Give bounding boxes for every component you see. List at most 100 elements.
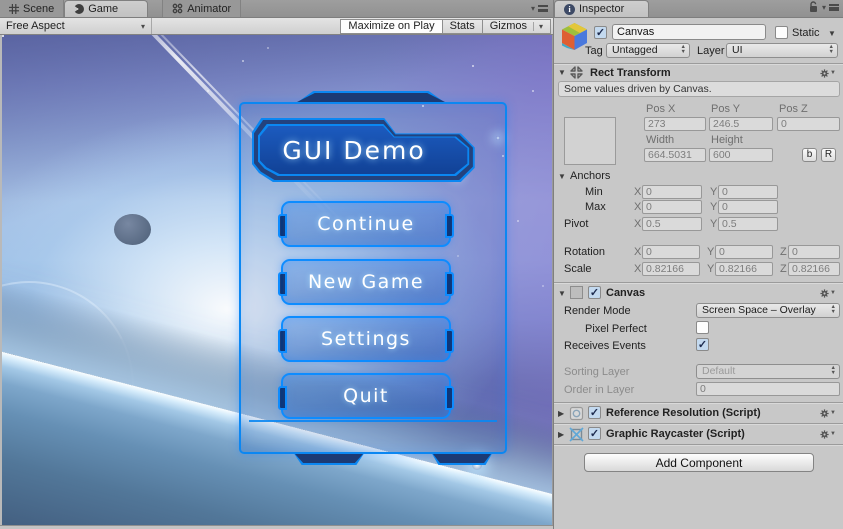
reference-resolution-gear-button[interactable]: ▼ <box>820 407 836 419</box>
z-label: Z <box>780 263 787 275</box>
quit-button[interactable]: Quit <box>281 373 451 419</box>
tag-label: Tag <box>585 45 603 57</box>
canvas-enabled-checkbox[interactable]: ✓ <box>588 286 601 299</box>
pos-z-label: Pos Z <box>779 103 808 115</box>
order-in-layer-label: Order in Layer <box>564 384 634 396</box>
tab-animator[interactable]: Animator <box>162 0 241 17</box>
canvas-component-title: Canvas <box>606 287 645 299</box>
scale-x-field[interactable]: 0.82166 <box>642 262 700 276</box>
anchors-max-label: Max <box>585 201 606 213</box>
pivot-x-field[interactable]: 0.5 <box>642 217 702 231</box>
check-icon: ✓ <box>698 338 707 351</box>
tag-dropdown[interactable]: Untagged ▲▼ <box>606 43 690 58</box>
static-label: Static <box>792 27 820 39</box>
graphic-raycaster-checkbox[interactable]: ✓ <box>588 427 601 440</box>
rotation-x-field[interactable]: 0 <box>642 245 700 259</box>
y-label: Y <box>710 201 717 213</box>
inspector-panel-menu[interactable]: ▾ <box>808 1 843 17</box>
order-in-layer-field[interactable]: 0 <box>696 382 840 396</box>
left-panel-menu[interactable]: ▾ <box>531 4 553 17</box>
gizmos-dropdown-icon: ▾ <box>533 22 543 31</box>
static-dropdown-icon[interactable]: ▼ <box>828 29 836 38</box>
pivot-y-field[interactable]: 0.5 <box>718 217 778 231</box>
tab-inspector[interactable]: i Inspector <box>554 0 649 17</box>
check-icon: ✓ <box>590 427 599 440</box>
gizmos-button[interactable]: Gizmos ▾ <box>482 19 551 34</box>
inspector-body: ✓ Canvas Static ▼ Tag Untagged ▲▼ Layer … <box>554 18 843 529</box>
anchors-foldout[interactable]: ▼ <box>558 172 566 181</box>
pos-x-field[interactable]: 273 <box>644 117 706 131</box>
gameobject-name-field[interactable]: Canvas <box>612 24 766 40</box>
anchors-min-label: Min <box>585 186 603 198</box>
continue-button[interactable]: Continue <box>281 201 451 247</box>
canvas-gear-button[interactable]: ▼ <box>820 287 836 299</box>
gear-dropdown-icon: ▼ <box>830 70 836 76</box>
tag-value: Untagged <box>612 44 658 56</box>
rect-preview-box <box>564 117 616 165</box>
layer-label: Layer <box>697 45 725 57</box>
rect-transform-gear-button[interactable]: ▼ <box>820 67 836 79</box>
stats-button[interactable]: Stats <box>442 19 482 34</box>
graphic-raycaster-foldout[interactable]: ▶ <box>558 430 564 439</box>
new-game-button[interactable]: New Game <box>281 259 451 305</box>
panel-menu-icon <box>538 5 548 12</box>
anchor-max-x-field[interactable]: 0 <box>642 200 702 214</box>
scale-z-field[interactable]: 0.82166 <box>788 262 840 276</box>
menu-title: GUI Demo <box>252 118 484 182</box>
scale-y-field[interactable]: 0.82166 <box>715 262 773 276</box>
rotation-z-field[interactable]: 0 <box>788 245 840 259</box>
gear-dropdown-icon: ▼ <box>830 410 836 416</box>
game-view-buttons: Maximize on Play Stats Gizmos ▾ <box>340 19 551 34</box>
width-field[interactable]: 664.5031 <box>644 148 706 162</box>
reference-resolution-foldout[interactable]: ▶ <box>558 409 564 418</box>
anchor-min-x-field[interactable]: 0 <box>642 185 702 199</box>
frame-bottom-tab-right <box>431 452 493 465</box>
pixel-perfect-label: Pixel Perfect <box>585 323 647 335</box>
x-label: X <box>634 218 641 230</box>
info-icon: i <box>564 4 575 15</box>
tab-scene[interactable]: Scene <box>0 0 64 17</box>
title-plate: GUI Demo <box>252 118 484 182</box>
pos-y-field[interactable]: 246.5 <box>709 117 773 131</box>
render-mode-dropdown[interactable]: Screen Space – Overlay ▲▼ <box>696 303 840 318</box>
sorting-layer-value: Default <box>702 365 735 377</box>
canvas-component-icon <box>570 286 583 299</box>
blueprint-mode-button[interactable]: b <box>802 148 817 162</box>
y-label: Y <box>710 186 717 198</box>
receives-events-checkbox[interactable]: ✓ <box>696 338 709 351</box>
sorting-layer-dropdown[interactable]: Default ▲▼ <box>696 364 840 379</box>
gear-dropdown-icon: ▼ <box>830 431 836 437</box>
tab-game[interactable]: Game <box>64 0 148 17</box>
canvas-foldout[interactable]: ▼ <box>558 289 566 298</box>
gear-icon <box>820 408 829 419</box>
inspector-menu-icon <box>829 4 839 11</box>
gear-icon <box>820 68 829 79</box>
aspect-dropdown[interactable]: Free Aspect ▾ <box>0 18 152 34</box>
render-mode-value: Screen Space – Overlay <box>702 304 816 316</box>
left-tabbar: Scene Game Animator ▾ <box>0 0 553 18</box>
inspector-tabbar: i Inspector ▾ <box>554 0 843 18</box>
settings-button[interactable]: Settings <box>281 316 451 362</box>
height-label: Height <box>711 134 743 146</box>
anchor-min-y-field[interactable]: 0 <box>718 185 778 199</box>
frame-bottom-tab-left <box>293 452 365 465</box>
static-checkbox[interactable] <box>775 26 788 39</box>
raw-edit-mode-button[interactable]: R <box>821 148 836 162</box>
x-label: X <box>634 263 641 275</box>
tab-game-label: Game <box>88 3 118 15</box>
anchor-max-y-field[interactable]: 0 <box>718 200 778 214</box>
maximize-on-play-button[interactable]: Maximize on Play <box>340 19 441 34</box>
graphic-raycaster-gear-button[interactable]: ▼ <box>820 428 836 440</box>
height-field[interactable]: 600 <box>709 148 773 162</box>
updown-arrows-icon: ▲▼ <box>831 305 836 315</box>
rotation-y-field[interactable]: 0 <box>715 245 773 259</box>
reference-resolution-checkbox[interactable]: ✓ <box>588 406 601 419</box>
pixel-perfect-checkbox[interactable] <box>696 321 709 334</box>
layer-dropdown[interactable]: UI ▲▼ <box>726 43 838 58</box>
active-checkbox[interactable]: ✓ <box>594 26 607 39</box>
add-component-button[interactable]: Add Component <box>584 453 814 472</box>
pos-z-field[interactable]: 0 <box>777 117 840 131</box>
rect-transform-foldout[interactable]: ▼ <box>558 68 566 77</box>
check-icon: ✓ <box>596 26 605 39</box>
aspect-dropdown-label: Free Aspect <box>6 20 65 32</box>
